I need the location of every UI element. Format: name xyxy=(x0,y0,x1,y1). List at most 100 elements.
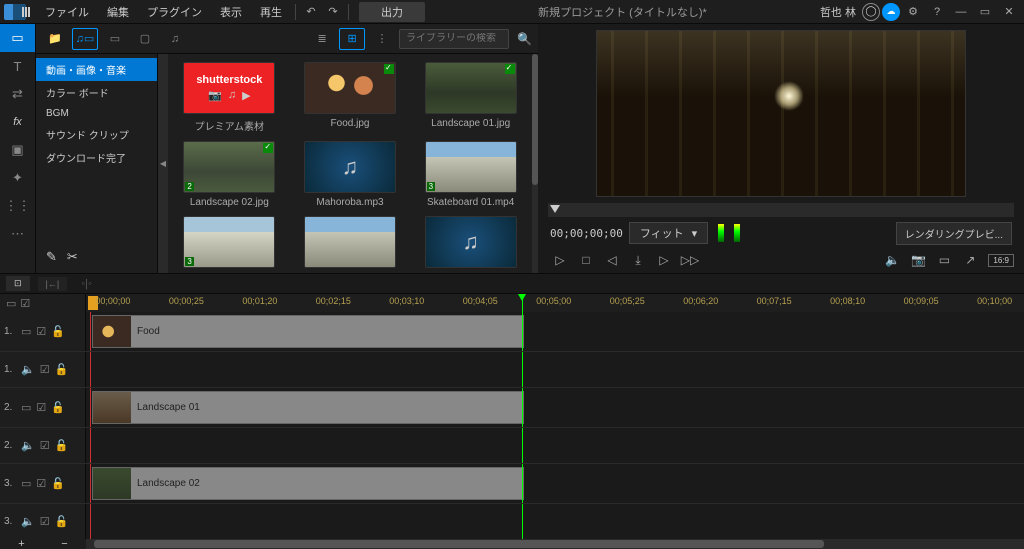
track-check-icon[interactable]: ☑ xyxy=(20,297,30,310)
search-input[interactable] xyxy=(406,33,502,44)
timeline-clip[interactable]: Landscape 02 xyxy=(92,467,524,500)
close-button[interactable]: ✕ xyxy=(998,2,1020,22)
menu-view[interactable]: 表示 xyxy=(211,0,251,23)
import-media-button[interactable]: 📁 xyxy=(42,28,68,50)
zoom-fit-dropdown[interactable]: フィット▾ xyxy=(629,222,708,244)
help-icon[interactable]: ? xyxy=(926,2,948,22)
track-visible-icon[interactable]: ☑ xyxy=(40,363,50,376)
minimize-button[interactable]: — xyxy=(950,2,972,22)
cat-colorboard[interactable]: カラー ボード xyxy=(36,81,157,104)
view-menu-button[interactable]: ⋮ xyxy=(369,28,395,50)
fast-forward-button[interactable]: ▷▷ xyxy=(678,249,702,271)
undo-button[interactable]: ↶ xyxy=(300,2,322,22)
cat-media[interactable]: 動画・画像・音楽 xyxy=(36,58,157,81)
play-button[interactable]: ▷ xyxy=(548,249,572,271)
track-body[interactable]: Food xyxy=(86,312,1024,351)
cat-soundclip[interactable]: サウンド クリップ xyxy=(36,123,157,146)
library-thumb[interactable]: Food.jpg xyxy=(297,62,404,133)
library-search[interactable] xyxy=(399,29,509,49)
preview-seekbar[interactable] xyxy=(548,203,1014,217)
track-visible-icon[interactable]: ☑ xyxy=(36,401,46,414)
tag-del-icon[interactable]: ✂ xyxy=(67,249,78,265)
user-icon[interactable]: ◯ xyxy=(862,3,880,21)
menu-file[interactable]: ファイル xyxy=(36,0,98,23)
library-thumb[interactable] xyxy=(417,216,524,272)
timeline-mode-movie[interactable]: ⊡ xyxy=(6,276,30,291)
track-type-icon[interactable]: 🔈 xyxy=(21,363,35,376)
aspect-ratio-label[interactable]: 16:9 xyxy=(988,254,1014,267)
stop-button[interactable]: □ xyxy=(574,249,598,271)
tag-add-icon[interactable]: ✎ xyxy=(46,249,57,265)
cat-bgm[interactable]: BGM xyxy=(36,104,157,123)
cat-downloaded[interactable]: ダウンロード完了 xyxy=(36,146,157,169)
track-visible-icon[interactable]: ☑ xyxy=(36,325,46,338)
timeline-ruler[interactable]: 00;00;0000;00;2500;01;2000;02;1500;03;10… xyxy=(86,294,1024,312)
preview-video[interactable] xyxy=(596,30,966,197)
media-room-button[interactable]: ▭ xyxy=(0,24,35,52)
timeline-clip[interactable]: Food xyxy=(92,315,524,348)
filter-all-button[interactable]: ♫▭ xyxy=(72,28,98,50)
track-visible-icon[interactable]: ☑ xyxy=(40,515,50,528)
menu-plugin[interactable]: プラグイン xyxy=(138,0,211,23)
library-thumb[interactable]: Mahoroba.mp3 xyxy=(297,141,404,208)
view-list-button[interactable]: ≣ xyxy=(309,28,335,50)
pip-room-button[interactable]: ▣ xyxy=(0,136,35,164)
transition-room-button[interactable]: ⇄ xyxy=(0,80,35,108)
camera-icon[interactable]: 📷 xyxy=(906,249,930,271)
volume-icon[interactable]: 🔈 xyxy=(880,249,904,271)
library-thumb[interactable]: shutterstock📷♫▶プレミアム素材 xyxy=(176,62,283,133)
track-visible-icon[interactable]: ☑ xyxy=(40,439,50,452)
filter-audio-button[interactable]: ♫ xyxy=(162,28,188,50)
effect-room-button[interactable]: fx xyxy=(0,108,35,136)
track-type-icon[interactable]: ▭ xyxy=(21,325,31,338)
track-visible-icon[interactable]: ☑ xyxy=(36,477,46,490)
search-icon[interactable]: 🔍 xyxy=(517,32,532,46)
display-options-icon[interactable]: ▭ xyxy=(932,249,956,271)
maximize-button[interactable]: ▭ xyxy=(974,2,996,22)
export-button[interactable]: 出力 xyxy=(359,2,425,22)
settings-icon[interactable]: ⚙ xyxy=(902,2,924,22)
filter-video-button[interactable]: ▭ xyxy=(102,28,128,50)
timeline-clip[interactable]: Landscape 01 xyxy=(92,391,524,424)
track-type-icon[interactable]: ▭ xyxy=(21,477,31,490)
collapse-categories-button[interactable]: ◀ xyxy=(158,54,168,273)
view-grid-button[interactable]: ⊞ xyxy=(339,28,365,50)
title-room-button[interactable]: T xyxy=(0,52,35,80)
render-preview-button[interactable]: レンダリングプレビ... xyxy=(896,222,1012,245)
track-body[interactable]: Landscape 02 xyxy=(86,464,1024,503)
next-frame-button[interactable]: ▷ xyxy=(652,249,676,271)
add-track-button[interactable]: + xyxy=(18,538,24,549)
cloud-icon[interactable]: ☁ xyxy=(882,3,900,21)
particle-room-button[interactable]: ✦ xyxy=(0,164,35,192)
library-thumb[interactable] xyxy=(297,216,404,272)
more-rooms-button[interactable]: ⋯ xyxy=(0,220,35,248)
track-lock-icon[interactable]: 🔓 xyxy=(51,477,65,490)
track-body[interactable] xyxy=(86,352,1024,387)
track-lock-icon[interactable]: 🔓 xyxy=(55,515,69,528)
seek-marker-icon[interactable] xyxy=(550,205,560,213)
timeline-h-scrollbar[interactable] xyxy=(86,539,1024,549)
track-type-icon[interactable]: 🔈 xyxy=(21,515,35,528)
audio-mix-button[interactable]: ⋮⋮ xyxy=(0,192,35,220)
track-lock-icon[interactable]: 🔓 xyxy=(55,439,69,452)
menu-play[interactable]: 再生 xyxy=(251,0,291,23)
remove-track-button[interactable]: − xyxy=(61,538,67,549)
library-thumb[interactable]: Landscape 01.jpg xyxy=(417,62,524,133)
track-lock-icon[interactable]: 🔓 xyxy=(51,325,65,338)
track-body[interactable] xyxy=(86,428,1024,463)
filter-image-button[interactable]: ▢ xyxy=(132,28,158,50)
prev-frame-button[interactable]: ◁ xyxy=(600,249,624,271)
track-display-icon[interactable]: ▭ xyxy=(6,297,16,310)
track-type-icon[interactable]: 🔈 xyxy=(21,439,35,452)
redo-button[interactable]: ↷ xyxy=(322,2,344,22)
track-lock-icon[interactable]: 🔓 xyxy=(55,363,69,376)
track-body[interactable] xyxy=(86,504,1024,539)
library-thumb[interactable]: 3 xyxy=(176,216,283,272)
track-lock-icon[interactable]: 🔓 xyxy=(51,401,65,414)
track-body[interactable]: Landscape 01 xyxy=(86,388,1024,427)
library-thumb[interactable]: 2Landscape 02.jpg xyxy=(176,141,283,208)
library-thumb[interactable]: 3Skateboard 01.mp4 xyxy=(417,141,524,208)
track-type-icon[interactable]: ▭ xyxy=(21,401,31,414)
snapshot-button[interactable]: ⤓ xyxy=(626,249,650,271)
popout-icon[interactable]: ↗ xyxy=(958,249,982,271)
